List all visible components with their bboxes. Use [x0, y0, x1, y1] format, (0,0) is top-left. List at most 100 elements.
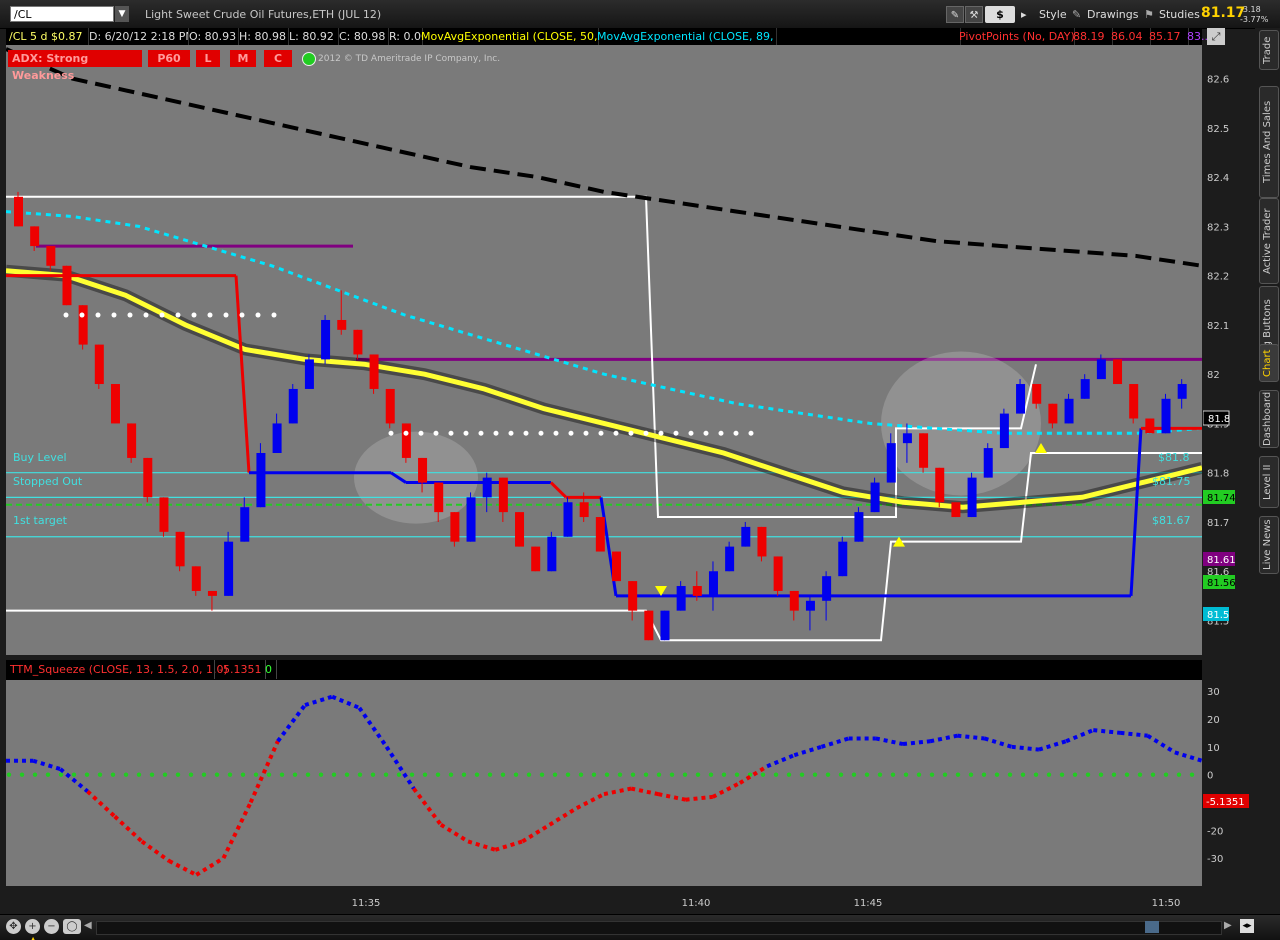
- candle-body: [450, 512, 460, 542]
- resistance-dot: [463, 430, 469, 436]
- squeeze-zero-dot: [682, 772, 688, 777]
- candle-body: [337, 319, 347, 330]
- resistance-dot: [733, 430, 739, 436]
- candle-body: [256, 453, 266, 508]
- hidden-study-label: [774, 28, 961, 45]
- chart-settings-icon[interactable]: ⤢: [1207, 28, 1225, 45]
- candle-body: [191, 566, 201, 591]
- candle-body: [628, 581, 638, 611]
- side-tab-active-trader[interactable]: Active Trader: [1259, 198, 1279, 284]
- squeeze-zero-dot: [409, 772, 415, 777]
- squeeze-zero-dot: [162, 772, 168, 777]
- pan-icon[interactable]: ✥: [6, 919, 21, 934]
- squeeze-zero-dot: [578, 772, 584, 777]
- bottom-toolbar: ✥ + − ◯ ◀ ▶ ◂▸ ▲: [0, 914, 1280, 940]
- resistance-dot: [143, 312, 149, 318]
- squeeze-zero-dot: [487, 772, 493, 777]
- product-title: Light Sweet Crude Oil Futures,ETH (JUL 1…: [145, 8, 382, 21]
- ma50-study-label[interactable]: MovAvgExponential (CLOSE, 50, 0): [418, 28, 599, 45]
- squeeze-zero-dot: [825, 772, 831, 777]
- close-value: C: 80.98: [336, 28, 389, 45]
- squeeze-zero-dot: [1020, 772, 1026, 777]
- candle-body: [30, 226, 40, 247]
- resistance-dot: [628, 430, 634, 436]
- squeeze-zero-dot: [84, 772, 90, 777]
- expand-icon[interactable]: ◂▸: [1240, 919, 1254, 933]
- squeeze-zero-dot: [1072, 772, 1078, 777]
- symbol-dropdown-icon[interactable]: ▼: [115, 6, 129, 22]
- candle-body: [14, 196, 23, 227]
- resistance-dot: [613, 430, 619, 436]
- price-chart[interactable]: [6, 45, 1202, 655]
- ma89-study-label[interactable]: MovAvgExponential (CLOSE, 89, 0): [594, 28, 777, 45]
- price-axis[interactable]: 81.581.681.781.881.98282.182.282.382.482…: [1203, 45, 1255, 887]
- squeeze-zero-dot: [136, 772, 142, 777]
- squeeze-zero-dot: [890, 772, 896, 777]
- side-tab-trade[interactable]: Trade: [1259, 30, 1279, 70]
- squeeze-zero-dot: [227, 772, 233, 777]
- candle-body: [854, 512, 864, 542]
- side-tab-level-ii[interactable]: Level II: [1259, 456, 1279, 508]
- side-tab-chart[interactable]: Chart: [1259, 344, 1279, 382]
- squeeze-zero-dot: [448, 772, 454, 777]
- dollar-button[interactable]: $: [985, 6, 1015, 23]
- resistance-dot: [493, 430, 499, 436]
- zoom-in-icon[interactable]: +: [25, 919, 40, 934]
- resistance-dot: [718, 430, 724, 436]
- candle-body: [870, 482, 880, 513]
- squeeze-zero-dot: [1085, 772, 1091, 777]
- side-tab-dashboard[interactable]: Dashboard: [1259, 390, 1279, 448]
- zoom-out-icon[interactable]: −: [44, 919, 59, 934]
- p60-badge[interactable]: P60: [148, 50, 190, 67]
- symbol-input[interactable]: /CL: [10, 6, 114, 22]
- candle-body: [369, 354, 379, 389]
- squeeze-zero-dot: [71, 772, 77, 777]
- squeeze-chart[interactable]: [6, 680, 1202, 886]
- scroll-right-icon[interactable]: ▶: [1224, 920, 1232, 931]
- fit-icon[interactable]: ◯: [63, 919, 81, 934]
- l-badge[interactable]: L: [196, 50, 220, 67]
- pivot-study-label[interactable]: PivotPoints (No, DAY): [956, 28, 1075, 45]
- squeeze-label[interactable]: TTM_Squeeze (CLOSE, 13, 1.5, 2.0, 1.0): [10, 663, 228, 676]
- time-scrollbar[interactable]: [96, 921, 1222, 935]
- candle-body: [660, 610, 670, 641]
- candle-body: [418, 457, 428, 483]
- candle-body: [692, 586, 702, 596]
- candle-body: [773, 556, 783, 591]
- crosshair-icon[interactable]: ✎: [946, 6, 964, 23]
- scroll-left-icon[interactable]: ◀: [84, 920, 92, 931]
- style-button[interactable]: Style: [1039, 6, 1067, 23]
- drawings-button[interactable]: Drawings: [1087, 6, 1138, 23]
- scrollbar-thumb[interactable]: [1145, 921, 1159, 933]
- candle-body: [159, 497, 169, 532]
- squeeze-zero-dot: [760, 772, 766, 777]
- c-badge[interactable]: C: [264, 50, 292, 67]
- resistance-dot: [175, 312, 181, 318]
- squeeze-zero-dot: [968, 772, 974, 777]
- squeeze-zero-dot: [201, 772, 207, 777]
- collapse-up-icon[interactable]: ▲: [30, 935, 36, 940]
- wrench-icon[interactable]: ⚒: [965, 6, 983, 23]
- squeeze-zero-dot: [45, 772, 51, 777]
- candle-body: [935, 467, 945, 503]
- candle-body: [321, 319, 331, 360]
- squeeze-zero-dot: [1189, 772, 1195, 777]
- m-badge[interactable]: M: [230, 50, 256, 67]
- price-tick-label: 82.2: [1207, 272, 1229, 283]
- price-tick-label: 82.4: [1207, 173, 1229, 184]
- squeeze-zero-dot: [539, 772, 545, 777]
- side-tab-times-and-sales[interactable]: Times And Sales: [1259, 86, 1279, 198]
- low-value: L: 80.92: [286, 28, 339, 45]
- candle-body: [983, 448, 993, 478]
- squeeze-zero-dot: [799, 772, 805, 777]
- style-caret-icon[interactable]: ▸: [1021, 6, 1029, 23]
- candle-body: [78, 305, 88, 345]
- squeeze-tick-label: 30: [1207, 687, 1220, 698]
- side-tab-live-news[interactable]: Live News: [1259, 516, 1279, 574]
- studies-button[interactable]: Studies: [1159, 6, 1200, 23]
- stopped-out-label: Stopped Out: [13, 475, 83, 488]
- squeeze-zero-dot: [97, 772, 103, 777]
- candle-body: [1129, 384, 1139, 419]
- candle-body: [757, 526, 767, 557]
- candle-body: [498, 477, 508, 513]
